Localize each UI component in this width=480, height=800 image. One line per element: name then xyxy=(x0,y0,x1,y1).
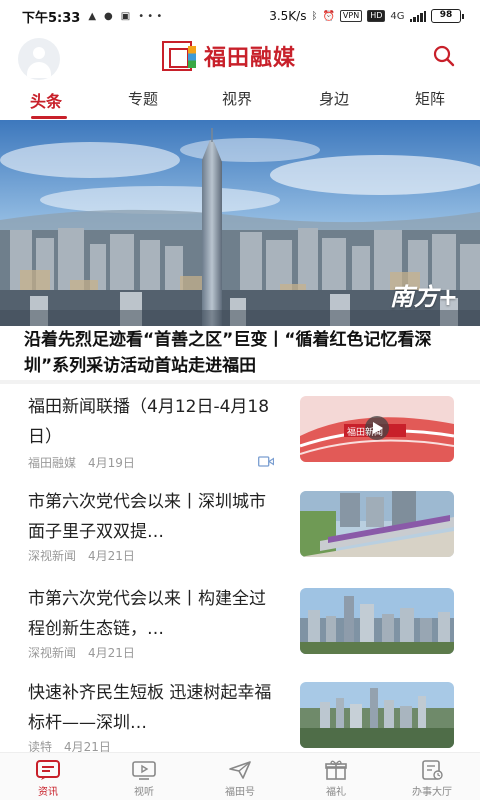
news-thumbnail[interactable] xyxy=(300,491,454,557)
bottom-nav: 资讯 视听 福田号 福礼 办事大厅 xyxy=(0,752,480,800)
nav-news[interactable]: 资讯 xyxy=(0,753,96,800)
notification-icon: ▲ xyxy=(88,10,97,22)
nav-label: 福礼 xyxy=(326,787,346,798)
logo-mark-icon xyxy=(162,41,196,71)
signal-icon xyxy=(409,10,426,22)
battery-icon: 98 xyxy=(431,9,464,23)
nav-label: 视听 xyxy=(134,787,154,798)
nav-gift[interactable]: 福礼 xyxy=(288,753,384,800)
brand-name: 福田融媒 xyxy=(204,46,297,71)
nav-service-hall[interactable]: 办事大厅 xyxy=(384,753,480,800)
list-item[interactable]: 市第六次党代会以来丨深圳城市面子里子双双提… 深视新闻 4月21日 xyxy=(0,487,480,583)
city-view-image xyxy=(300,588,454,654)
news-title[interactable]: 市第六次党代会以来丨深圳城市面子里子双双提… xyxy=(28,487,280,547)
app-header: 福田融媒 xyxy=(0,32,480,80)
battery-level: 98 xyxy=(431,9,461,23)
status-time: 下午5:33 xyxy=(22,10,81,26)
nav-label: 资讯 xyxy=(38,787,58,798)
nav-label: 办事大厅 xyxy=(412,787,452,798)
news-date: 4月21日 xyxy=(88,549,135,563)
thumbnail-caption: 福田新闻 xyxy=(347,428,384,438)
news-meta: 深视新闻 4月21日 xyxy=(28,547,135,564)
network-type: 4G xyxy=(390,10,405,22)
network-speed: 3.5K/s xyxy=(269,9,307,23)
status-bar: 下午5:33 ▲ ● ▣ • • • 3.5K/s ᛒ ⏰ VPN HD 4G … xyxy=(0,0,480,32)
tv-icon xyxy=(132,761,156,780)
more-dots-icon: • • • xyxy=(138,10,163,22)
list-item[interactable]: 市第六次党代会以来丨构建全过程创新生态链，… 深视新闻 4月21日 xyxy=(0,584,480,680)
aerial-city-image xyxy=(300,682,454,748)
nav-futian-account[interactable]: 福田号 xyxy=(192,753,288,800)
video-icon xyxy=(258,456,274,467)
chat-icon: ● xyxy=(104,10,113,22)
list-item[interactable]: 福田新闻联播（4月12日-4月18日） 福田融媒 4月19日 福田新闻 xyxy=(0,392,480,488)
news-thumbnail[interactable]: 福田新闻 xyxy=(300,396,454,462)
news-source: 深视新闻 xyxy=(28,646,77,660)
tab-vision[interactable]: 视界 xyxy=(222,88,252,109)
hd-badge: HD xyxy=(367,10,386,22)
news-title[interactable]: 市第六次党代会以来丨构建全过程创新生态链，… xyxy=(28,584,280,644)
news-thumbnail[interactable] xyxy=(300,682,454,748)
hero-watermark: 南方+ xyxy=(389,282,458,311)
news-source: 深视新闻 xyxy=(28,549,77,563)
tab-matrix[interactable]: 矩阵 xyxy=(415,88,445,109)
tab-headlines[interactable]: 头条 xyxy=(30,88,62,112)
app-logo: 福田融媒 xyxy=(162,40,296,72)
tab-topics[interactable]: 专题 xyxy=(128,88,158,109)
news-date: 4月21日 xyxy=(88,646,135,660)
hero-title[interactable]: 沿着先烈足迹看“首善之区”巨变丨“循着红色记忆看深圳”系列采访活动首站走进福田 xyxy=(0,324,480,380)
search-icon[interactable] xyxy=(432,44,456,68)
news-date: 4月19日 xyxy=(88,456,135,470)
news-title[interactable]: 快速补齐民生短板 迅速树起幸福标杆——深圳… xyxy=(28,678,280,738)
category-tabs: 头条 专题 视界 身边 矩阵 xyxy=(0,84,480,120)
service-hall-icon xyxy=(422,760,443,780)
news-icon xyxy=(36,760,60,780)
alarm-icon: ⏰ xyxy=(322,10,335,22)
news-meta: 福田融媒 4月19日 xyxy=(28,454,135,471)
metro-train-image xyxy=(300,491,454,557)
bluetooth-icon: ᛒ xyxy=(311,10,318,22)
paper-plane-icon xyxy=(229,761,251,779)
news-meta: 深视新闻 4月21日 xyxy=(28,644,135,661)
avatar[interactable] xyxy=(18,38,60,80)
news-source: 福田融媒 xyxy=(28,456,77,470)
active-tab-indicator xyxy=(31,116,67,119)
tab-nearby[interactable]: 身边 xyxy=(319,88,349,109)
news-title[interactable]: 福田新闻联播（4月12日-4月18日） xyxy=(28,392,280,452)
nav-label: 福田号 xyxy=(225,787,255,798)
image-icon: ▣ xyxy=(120,10,131,22)
hero-image[interactable]: 南方+ xyxy=(0,120,480,326)
nav-video[interactable]: 视听 xyxy=(96,753,192,800)
gift-icon xyxy=(325,760,347,780)
vpn-badge: VPN xyxy=(339,10,363,22)
news-thumbnail[interactable] xyxy=(300,588,454,654)
divider xyxy=(0,380,480,384)
